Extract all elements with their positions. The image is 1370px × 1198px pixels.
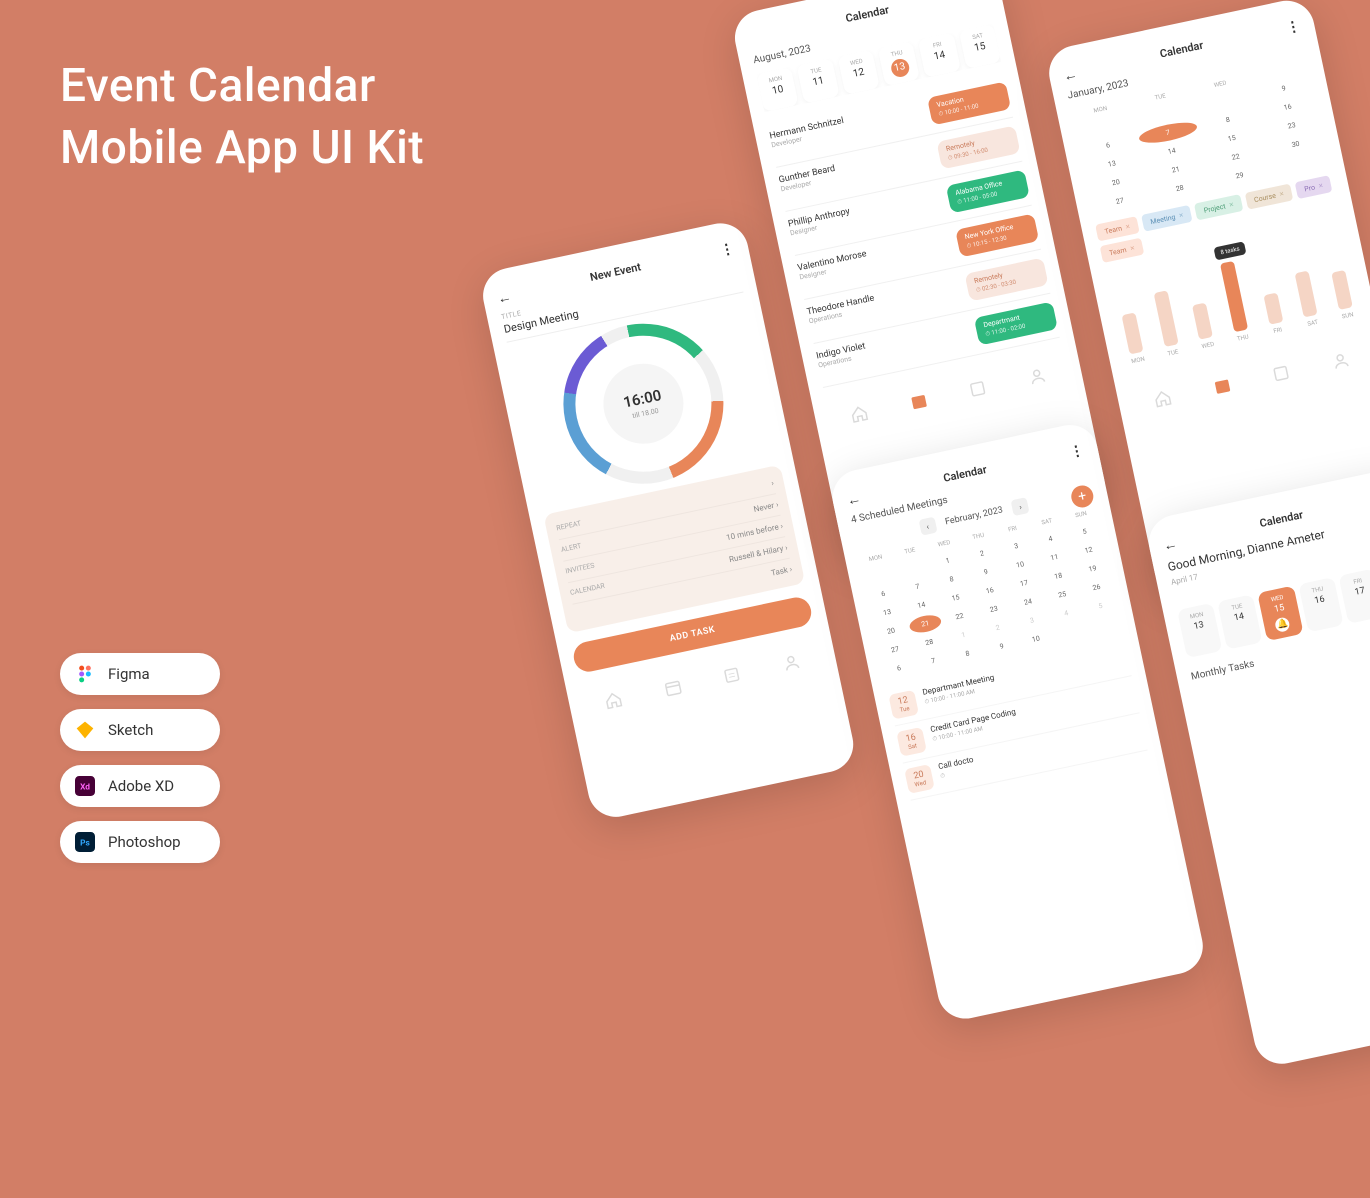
phone3-title: Calendar <box>942 463 988 485</box>
tool-label: Adobe XD <box>108 777 174 795</box>
phone4-title: Calendar <box>1159 39 1205 61</box>
ps-icon: Ps <box>74 831 96 853</box>
prev-month-button[interactable]: ‹ <box>918 517 937 536</box>
day-cell[interactable]: 14 <box>904 594 939 616</box>
day-cell[interactable]: 7 <box>916 650 951 672</box>
clock-picker[interactable]: 16:00 till 18.00 <box>511 310 777 497</box>
day-card[interactable]: TUE11 <box>797 58 840 103</box>
day-card[interactable]: WED15🔔 <box>1258 586 1304 641</box>
tool-xd: Xd Adobe XD <box>60 765 220 807</box>
next-month-button[interactable]: › <box>1011 497 1030 516</box>
back-icon[interactable]: ← <box>1162 535 1179 555</box>
day-card[interactable]: WED12 <box>837 49 880 94</box>
tool-label: Photoshop <box>108 833 181 851</box>
more-icon[interactable]: ⋮ <box>971 0 988 1</box>
day-cell[interactable]: 10 <box>1019 628 1054 650</box>
back-icon[interactable]: ← <box>496 288 513 308</box>
tool-label: Sketch <box>108 721 153 739</box>
day-cell[interactable] <box>1087 614 1122 636</box>
filter-tag[interactable]: Course × <box>1245 183 1294 209</box>
bar[interactable]: FRI <box>1256 291 1292 337</box>
list-icon[interactable] <box>721 665 742 686</box>
list-icon[interactable] <box>1271 363 1292 384</box>
day-card[interactable]: MON13 <box>1177 603 1223 658</box>
people-list: Hermann SchnitzelDeveloperVacation⏱ 10:0… <box>767 74 1060 388</box>
day-cell[interactable]: 9 <box>984 635 1019 657</box>
more-icon[interactable]: ⋮ <box>1285 18 1302 37</box>
day-card[interactable]: MON10 <box>756 67 799 112</box>
home-icon[interactable] <box>1152 388 1173 409</box>
calendar-icon[interactable] <box>908 391 929 412</box>
month-label: February, 2023 <box>944 505 1004 527</box>
day-cell[interactable]: 6 <box>882 657 917 679</box>
profile-icon[interactable] <box>1330 350 1351 371</box>
filter-tag[interactable]: Team × <box>1100 238 1144 263</box>
day-cell[interactable] <box>1053 621 1088 643</box>
bar[interactable]: SUN <box>1325 268 1362 322</box>
sketch-icon <box>74 719 96 741</box>
list-icon[interactable] <box>967 378 988 399</box>
bell-icon: 🔔 <box>1274 616 1291 633</box>
phone-morning: ← Calendar Good Morning, Dianne Ameter A… <box>1144 465 1370 1069</box>
calendar-icon[interactable] <box>662 677 683 698</box>
bar[interactable]: SAT <box>1288 269 1327 330</box>
figma-icon <box>74 663 96 685</box>
filter-tag[interactable]: Project × <box>1194 194 1243 220</box>
filter-tag[interactable]: Meeting × <box>1141 205 1193 232</box>
phone5-title: Calendar <box>1258 508 1304 530</box>
day-card[interactable]: FRI17 <box>1338 568 1370 623</box>
day-card[interactable]: SAT15 <box>958 24 1001 69</box>
hero-line-2: Mobile App UI Kit <box>60 117 424 179</box>
tool-figma: Figma <box>60 653 220 695</box>
tools-list: Figma Sketch Xd Adobe XD Ps Photoshop <box>60 653 220 863</box>
bar[interactable]: WED <box>1186 301 1223 352</box>
tool-ps: Ps Photoshop <box>60 821 220 863</box>
xd-icon: Xd <box>74 775 96 797</box>
home-icon[interactable] <box>603 690 624 711</box>
tool-sketch: Sketch <box>60 709 220 751</box>
svg-text:Ps: Ps <box>80 838 90 848</box>
back-icon[interactable]: ← <box>1062 65 1079 85</box>
mockups: ← New Event ⋮ TITLE Design Meeting 16:00… <box>417 0 1370 1061</box>
day-card[interactable]: FRI14 <box>918 32 961 77</box>
bar[interactable]: THU <box>1213 259 1257 344</box>
bar[interactable]: MON <box>1115 311 1153 367</box>
day-cell[interactable]: 8 <box>950 643 985 665</box>
more-icon[interactable]: ⋮ <box>1068 442 1085 461</box>
phone1-title: New Event <box>589 260 642 283</box>
more-icon[interactable]: ⋮ <box>719 241 736 260</box>
bar[interactable]: TUE <box>1146 289 1187 359</box>
calendar-icon[interactable] <box>1211 375 1232 396</box>
profile-icon[interactable] <box>781 652 802 673</box>
tool-label: Figma <box>108 665 150 683</box>
profile-icon[interactable] <box>1026 366 1047 387</box>
phone2-title: Calendar <box>844 3 890 25</box>
day-card[interactable]: THU13 <box>878 41 921 86</box>
day-card[interactable]: THU16 <box>1298 577 1344 632</box>
day-card[interactable]: TUE14 <box>1217 594 1263 649</box>
hero-title: Event Calendar Mobile App UI Kit <box>60 55 424 179</box>
back-icon[interactable]: ← <box>845 490 862 510</box>
bar-tooltip: 8 tasks <box>1213 241 1246 260</box>
home-icon[interactable] <box>849 403 870 424</box>
filter-tag[interactable]: Team × <box>1095 216 1139 241</box>
filter-tag[interactable]: Pro × <box>1295 175 1333 199</box>
hero-line-1: Event Calendar <box>60 55 424 117</box>
svg-text:Xd: Xd <box>80 782 90 792</box>
